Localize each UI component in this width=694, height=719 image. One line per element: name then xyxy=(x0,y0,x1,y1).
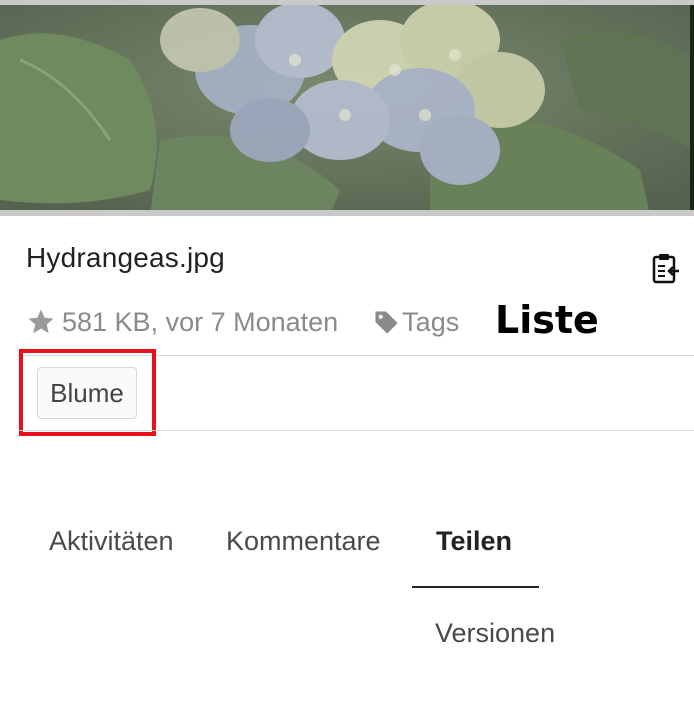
clipboard-icon xyxy=(652,254,679,284)
tab-comments[interactable]: Kommentare xyxy=(226,526,381,557)
file-meta-row: 581 KB, vor 7 Monaten Tags xyxy=(26,300,459,344)
tag-chip-blume[interactable]: Blume xyxy=(37,367,137,419)
tag-icon xyxy=(375,311,398,334)
star-icon[interactable] xyxy=(26,307,56,337)
file-preview-image xyxy=(0,0,694,215)
tags-divider-bottom xyxy=(18,430,694,431)
clipboard-button[interactable] xyxy=(648,250,684,286)
preview-bottom-border xyxy=(0,210,694,216)
tags-link[interactable]: Tags xyxy=(402,307,459,338)
tab-versions[interactable]: Versionen xyxy=(435,618,555,649)
tab-activities[interactable]: Aktivitäten xyxy=(49,526,174,557)
hydrangea-picture xyxy=(0,0,694,215)
tags-divider-top xyxy=(18,355,694,356)
file-name: Hydrangeas.jpg xyxy=(26,242,225,273)
tab-sharing[interactable]: Teilen xyxy=(436,526,512,557)
file-size-date: 581 KB, vor 7 Monaten xyxy=(62,306,339,337)
active-tab-indicator xyxy=(412,586,539,588)
preview-top-border xyxy=(0,0,694,5)
annotation-label: Liste xyxy=(495,298,599,342)
